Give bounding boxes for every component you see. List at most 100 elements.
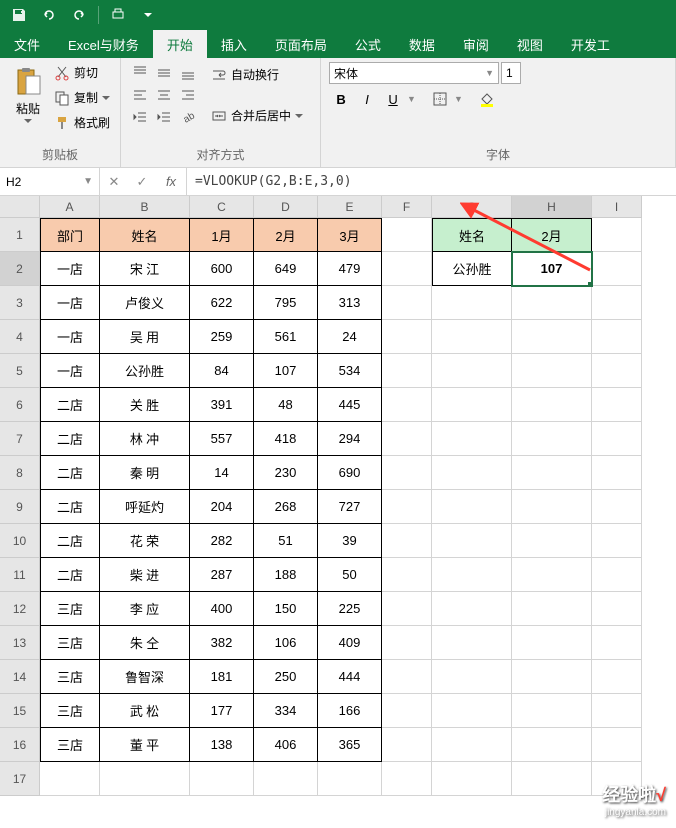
cell-E16[interactable]: 365 xyxy=(318,728,382,762)
cell-G8[interactable] xyxy=(432,456,512,490)
cell-A7[interactable]: 二店 xyxy=(40,422,100,456)
cell-C9[interactable]: 204 xyxy=(190,490,254,524)
cell-H5[interactable] xyxy=(512,354,592,388)
cell-H2[interactable]: 107 xyxy=(512,252,592,286)
cell-A9[interactable]: 二店 xyxy=(40,490,100,524)
cell-B8[interactable]: 秦 明 xyxy=(100,456,190,490)
tab-layout[interactable]: 页面布局 xyxy=(261,30,341,58)
cell-F5[interactable] xyxy=(382,354,432,388)
name-box[interactable]: H2▼ xyxy=(0,168,100,195)
cell-D17[interactable] xyxy=(254,762,318,796)
cell-H7[interactable] xyxy=(512,422,592,456)
row-header-15[interactable]: 15 xyxy=(0,694,40,728)
cell-D5[interactable]: 107 xyxy=(254,354,318,388)
tab-formulas[interactable]: 公式 xyxy=(341,30,395,58)
cell-I4[interactable] xyxy=(592,320,642,354)
align-top-button[interactable] xyxy=(129,62,151,84)
align-center-button[interactable] xyxy=(153,84,175,106)
cell-B9[interactable]: 呼延灼 xyxy=(100,490,190,524)
cell-D3[interactable]: 795 xyxy=(254,286,318,320)
cell-D9[interactable]: 268 xyxy=(254,490,318,524)
cell-H4[interactable] xyxy=(512,320,592,354)
cell-F8[interactable] xyxy=(382,456,432,490)
cell-I14[interactable] xyxy=(592,660,642,694)
cell-I8[interactable] xyxy=(592,456,642,490)
cell-F17[interactable] xyxy=(382,762,432,796)
cell-D14[interactable]: 250 xyxy=(254,660,318,694)
cell-I5[interactable] xyxy=(592,354,642,388)
cell-D2[interactable]: 649 xyxy=(254,252,318,286)
col-header-D[interactable]: D xyxy=(254,196,318,218)
tab-insert[interactable]: 插入 xyxy=(207,30,261,58)
tab-data[interactable]: 数据 xyxy=(395,30,449,58)
indent-increase-button[interactable] xyxy=(153,106,175,128)
cell-C5[interactable]: 84 xyxy=(190,354,254,388)
cell-C12[interactable]: 400 xyxy=(190,592,254,626)
cell-G17[interactable] xyxy=(432,762,512,796)
cell-E15[interactable]: 166 xyxy=(318,694,382,728)
align-bottom-button[interactable] xyxy=(177,62,199,84)
cell-G5[interactable] xyxy=(432,354,512,388)
cell-H6[interactable] xyxy=(512,388,592,422)
cell-A15[interactable]: 三店 xyxy=(40,694,100,728)
cell-E4[interactable]: 24 xyxy=(318,320,382,354)
cell-C1[interactable]: 1月 xyxy=(190,218,254,252)
row-header-9[interactable]: 9 xyxy=(0,490,40,524)
spreadsheet-grid[interactable]: ABCDEFGHI 1部门姓名1月2月3月姓名2月2一店宋 江600649479… xyxy=(0,196,676,796)
cell-E6[interactable]: 445 xyxy=(318,388,382,422)
row-header-1[interactable]: 1 xyxy=(0,218,40,252)
cell-E10[interactable]: 39 xyxy=(318,524,382,558)
cell-F11[interactable] xyxy=(382,558,432,592)
cell-H15[interactable] xyxy=(512,694,592,728)
cell-A13[interactable]: 三店 xyxy=(40,626,100,660)
cell-C11[interactable]: 287 xyxy=(190,558,254,592)
cell-H8[interactable] xyxy=(512,456,592,490)
row-header-5[interactable]: 5 xyxy=(0,354,40,388)
col-header-F[interactable]: F xyxy=(382,196,432,218)
align-right-button[interactable] xyxy=(177,84,199,106)
cell-F10[interactable] xyxy=(382,524,432,558)
cell-A5[interactable]: 一店 xyxy=(40,354,100,388)
cell-H1[interactable]: 2月 xyxy=(512,218,592,252)
cell-C14[interactable]: 181 xyxy=(190,660,254,694)
italic-button[interactable]: I xyxy=(355,88,379,110)
cell-D13[interactable]: 106 xyxy=(254,626,318,660)
cell-E13[interactable]: 409 xyxy=(318,626,382,660)
cell-E17[interactable] xyxy=(318,762,382,796)
cell-E14[interactable]: 444 xyxy=(318,660,382,694)
cell-H17[interactable] xyxy=(512,762,592,796)
cell-F12[interactable] xyxy=(382,592,432,626)
cell-A1[interactable]: 部门 xyxy=(40,218,100,252)
col-header-C[interactable]: C xyxy=(190,196,254,218)
tab-view[interactable]: 视图 xyxy=(503,30,557,58)
cell-C15[interactable]: 177 xyxy=(190,694,254,728)
cancel-formula-button[interactable]: ✕ xyxy=(100,174,128,190)
cell-A4[interactable]: 一店 xyxy=(40,320,100,354)
row-header-10[interactable]: 10 xyxy=(0,524,40,558)
cell-H3[interactable] xyxy=(512,286,592,320)
col-header-G[interactable]: G xyxy=(432,196,512,218)
cell-E12[interactable]: 225 xyxy=(318,592,382,626)
cell-A11[interactable]: 二店 xyxy=(40,558,100,592)
cell-B10[interactable]: 花 荣 xyxy=(100,524,190,558)
cell-G4[interactable] xyxy=(432,320,512,354)
cell-D16[interactable]: 406 xyxy=(254,728,318,762)
border-button[interactable] xyxy=(428,88,452,110)
cell-G12[interactable] xyxy=(432,592,512,626)
font-name-select[interactable]: 宋体▼ xyxy=(329,62,499,84)
col-header-I[interactable]: I xyxy=(592,196,642,218)
cell-F1[interactable] xyxy=(382,218,432,252)
cell-C3[interactable]: 622 xyxy=(190,286,254,320)
cell-A12[interactable]: 三店 xyxy=(40,592,100,626)
cell-B5[interactable]: 公孙胜 xyxy=(100,354,190,388)
cell-F15[interactable] xyxy=(382,694,432,728)
paste-button[interactable]: 粘贴 xyxy=(8,62,48,127)
cell-F3[interactable] xyxy=(382,286,432,320)
cell-I1[interactable] xyxy=(592,218,642,252)
cell-F7[interactable] xyxy=(382,422,432,456)
select-all-corner[interactable] xyxy=(0,196,40,218)
col-header-B[interactable]: B xyxy=(100,196,190,218)
tab-file[interactable]: 文件 xyxy=(0,30,54,58)
cell-E11[interactable]: 50 xyxy=(318,558,382,592)
cell-H10[interactable] xyxy=(512,524,592,558)
